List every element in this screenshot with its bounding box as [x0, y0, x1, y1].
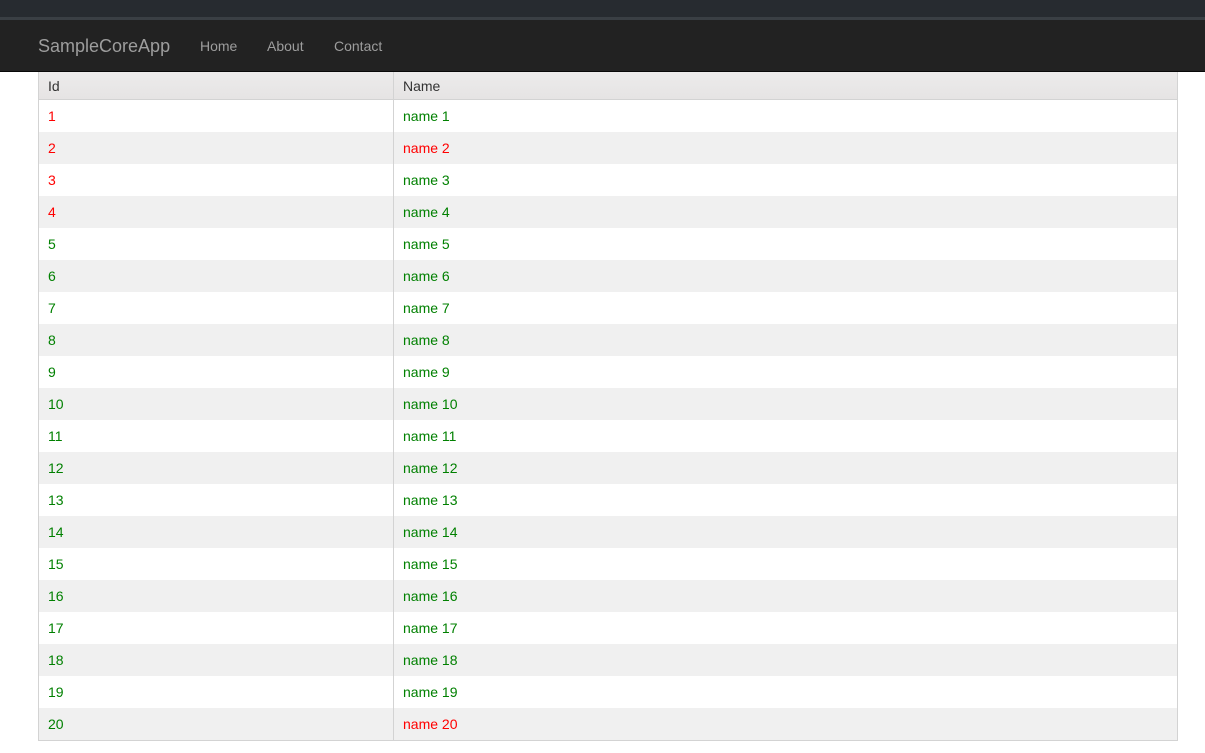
cell-id: 18 — [39, 644, 394, 676]
table-row[interactable]: 3 name 3 — [39, 164, 1177, 196]
table-row[interactable]: 8 name 8 — [39, 324, 1177, 356]
cell-id: 13 — [39, 484, 394, 516]
cell-id: 12 — [39, 452, 394, 484]
brand-link[interactable]: SampleCoreApp — [38, 35, 170, 57]
table-row[interactable]: 2 name 2 — [39, 132, 1177, 164]
cell-id: 2 — [39, 132, 394, 164]
data-grid: Id Name 1 name 1 2 name 2 3 name 3 4 name 4 5 nam… — [38, 72, 1178, 741]
table-row[interactable]: 14 name 14 — [39, 516, 1177, 548]
cell-name: name 11 — [403, 428, 457, 444]
navbar: SampleCoreApp Home About Contact — [0, 20, 1205, 72]
cell-name: name 16 — [403, 588, 458, 604]
table-row[interactable]: 1 name 1 — [39, 100, 1177, 132]
cell-name: name 6 — [403, 268, 450, 284]
cell-name: name 17 — [403, 620, 458, 636]
cell-id: 10 — [39, 388, 394, 420]
cell-id: 1 — [39, 100, 394, 132]
cell-name: name 2 — [403, 140, 450, 156]
cell-id: 3 — [39, 164, 394, 196]
table-row[interactable]: 5 name 5 — [39, 228, 1177, 260]
cell-name: name 14 — [403, 524, 458, 540]
table-row[interactable]: 11 name 11 — [39, 420, 1177, 452]
column-header-id[interactable]: Id — [39, 72, 394, 99]
table-row[interactable]: 17 name 17 — [39, 612, 1177, 644]
cell-name: name 10 — [403, 396, 458, 412]
cell-id: 6 — [39, 260, 394, 292]
grid-body: 1 name 1 2 name 2 3 name 3 4 name 4 5 name 5 6 name… — [39, 100, 1177, 740]
table-row[interactable]: 19 name 19 — [39, 676, 1177, 708]
browser-top-strip — [0, 0, 1205, 17]
nav-link-home[interactable]: Home — [200, 38, 237, 55]
cell-id: 9 — [39, 356, 394, 388]
cell-id: 14 — [39, 516, 394, 548]
cell-id: 19 — [39, 676, 394, 708]
cell-name: name 1 — [403, 108, 450, 124]
cell-id: 15 — [39, 548, 394, 580]
cell-name: name 18 — [403, 652, 458, 668]
cell-name: name 4 — [403, 204, 450, 220]
nav-link-contact[interactable]: Contact — [334, 38, 382, 55]
table-row[interactable]: 6 name 6 — [39, 260, 1177, 292]
cell-id: 11 — [39, 420, 394, 452]
table-row[interactable]: 12 name 12 — [39, 452, 1177, 484]
table-row[interactable]: 13 name 13 — [39, 484, 1177, 516]
cell-name: name 12 — [403, 460, 458, 476]
table-row[interactable]: 20 name 20 — [39, 708, 1177, 740]
cell-id: 5 — [39, 228, 394, 260]
nav-link-about[interactable]: About — [267, 38, 304, 55]
cell-name: name 7 — [403, 300, 450, 316]
cell-name: name 9 — [403, 364, 450, 380]
table-row[interactable]: 16 name 16 — [39, 580, 1177, 612]
table-row[interactable]: 9 name 9 — [39, 356, 1177, 388]
table-row[interactable]: 7 name 7 — [39, 292, 1177, 324]
cell-id: 17 — [39, 612, 394, 644]
cell-id: 16 — [39, 580, 394, 612]
cell-name: name 13 — [403, 492, 458, 508]
table-row[interactable]: 10 name 10 — [39, 388, 1177, 420]
table-row[interactable]: 4 name 4 — [39, 196, 1177, 228]
grid-header: Id Name — [39, 72, 1177, 100]
cell-name: name 20 — [403, 716, 458, 732]
cell-id: 7 — [39, 292, 394, 324]
cell-name: name 3 — [403, 172, 450, 188]
column-header-name[interactable]: Name — [394, 72, 1177, 99]
table-row[interactable]: 18 name 18 — [39, 644, 1177, 676]
cell-id: 20 — [39, 708, 394, 740]
cell-name: name 19 — [403, 684, 458, 700]
cell-id: 4 — [39, 196, 394, 228]
cell-id: 8 — [39, 324, 394, 356]
table-row[interactable]: 15 name 15 — [39, 548, 1177, 580]
cell-name: name 15 — [403, 556, 458, 572]
cell-name: name 5 — [403, 236, 450, 252]
cell-name: name 8 — [403, 332, 450, 348]
